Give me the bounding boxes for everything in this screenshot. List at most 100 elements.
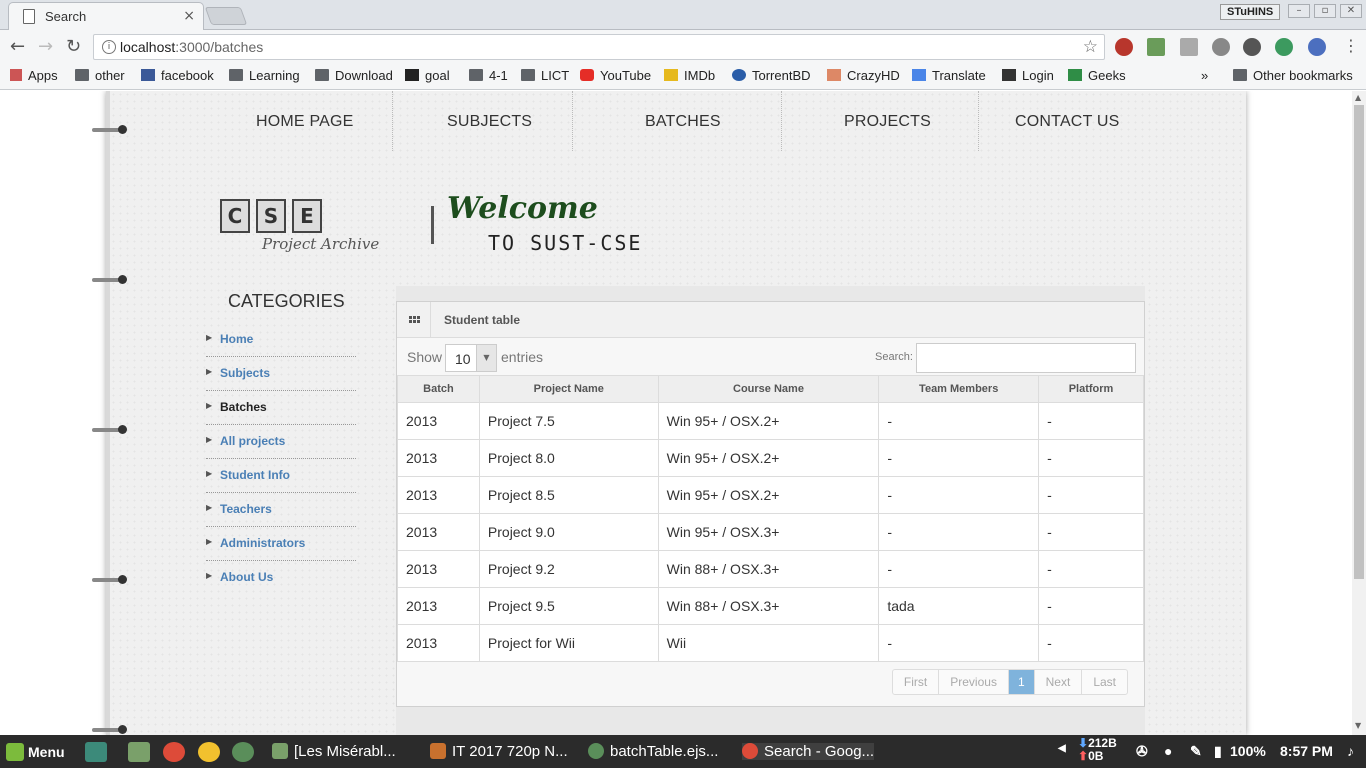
cse-logo[interactable]: C S E Project Archive <box>220 195 410 259</box>
reload-icon[interactable]: ↻ <box>66 36 81 57</box>
bookmark-goal[interactable]: goal <box>405 68 450 83</box>
sidebar-item-batches[interactable]: ▶ Batches <box>206 391 356 425</box>
cell-platform: - <box>1038 513 1144 551</box>
search-label: Search: <box>875 351 913 363</box>
folder-icon <box>315 69 329 81</box>
network-speed: ⬇212B ⬆0B <box>1078 736 1117 763</box>
sidebar-item-all-projects[interactable]: ▶ All projects <box>206 425 356 459</box>
start-menu-button[interactable]: Menu <box>6 743 65 761</box>
arrow-right-icon: ▶ <box>206 435 213 444</box>
page-scrollbar[interactable]: ▲ ▼ <box>1352 91 1366 735</box>
pager-previous-button[interactable]: Previous <box>938 670 1008 694</box>
chevron-down-icon: ▼ <box>476 345 496 371</box>
scrollbar-thumb[interactable] <box>1354 105 1364 579</box>
column-header-project-name[interactable]: Project Name <box>478 375 659 403</box>
folder-icon <box>75 69 89 81</box>
bookmark-geeks[interactable]: Geeks <box>1068 68 1126 83</box>
forward-icon[interactable]: → <box>38 36 53 57</box>
maximize-button[interactable]: ▫ <box>1314 4 1336 18</box>
search-input[interactable] <box>916 343 1136 373</box>
extension-icon[interactable] <box>1243 38 1261 56</box>
column-header-platform[interactable]: Platform <box>1038 375 1144 403</box>
tab-search[interactable]: Search × <box>8 2 204 30</box>
chrome-icon[interactable] <box>163 742 185 762</box>
bookmark-folder[interactable]: Learning <box>229 68 300 83</box>
bookmark-crazyhd[interactable]: CrazyHD <box>827 68 900 83</box>
clock[interactable]: 8:57 PM <box>1280 743 1333 759</box>
widget-title: Student table <box>444 313 521 327</box>
logo-letter: E <box>292 199 322 233</box>
idea-icon[interactable] <box>198 742 220 762</box>
nav-contact-us[interactable]: CONTACT US <box>1015 113 1120 131</box>
pager-page-1-button[interactable]: 1 <box>1007 670 1034 694</box>
pager-first-button[interactable]: First <box>893 670 938 694</box>
folder-icon <box>1233 69 1247 81</box>
pager-next-button[interactable]: Next <box>1033 670 1082 694</box>
info-icon[interactable]: i <box>102 40 116 54</box>
scroll-up-icon[interactable]: ▲ <box>1355 93 1361 102</box>
mail-extension-icon[interactable] <box>1180 38 1198 56</box>
page-viewport: HOME PAGE SUBJECTS BATCHES PROJECTS CONT… <box>0 91 1366 735</box>
bookmark-folder[interactable]: Download <box>315 68 393 83</box>
extension-icon[interactable] <box>1308 38 1326 56</box>
tab-close-icon[interactable]: × <box>183 8 195 24</box>
bookmark-folder[interactable]: 4-1 <box>469 68 508 83</box>
taskbar-task[interactable]: IT 2017 720p N... <box>430 743 568 760</box>
adblock-icon[interactable] <box>1115 38 1133 56</box>
cell-project-name: Project 7.5 <box>478 402 659 440</box>
profile-button[interactable]: STuHINS <box>1220 4 1281 20</box>
bookmark-imdb[interactable]: IMDb <box>664 68 715 83</box>
extension-new-icon[interactable] <box>1275 38 1293 56</box>
column-header-course-name[interactable]: Course Name <box>657 375 880 403</box>
bookmark-folder[interactable]: other <box>75 68 125 83</box>
arrow-right-icon: ▶ <box>206 571 213 580</box>
nav-batches[interactable]: BATCHES <box>645 113 721 131</box>
column-header-batch[interactable]: Batch <box>397 375 480 403</box>
sidebar-item-administrators[interactable]: ▶ Administrators <box>206 527 356 561</box>
bookmark-other-bookmarks[interactable]: Other bookmarks <box>1233 68 1353 83</box>
page-length-select[interactable]: 10 ▼ <box>445 344 497 372</box>
tray-expand-icon[interactable]: ◀ <box>1058 743 1066 754</box>
file-manager-icon[interactable] <box>128 742 150 762</box>
column-header-team-members[interactable]: Team Members <box>878 375 1040 403</box>
bookmark-star-icon[interactable]: ☆ <box>1083 37 1098 57</box>
sidebar-item-teachers[interactable]: ▶ Teachers <box>206 493 356 527</box>
bookmark-translate[interactable]: Translate <box>912 68 986 83</box>
bookmark-folder[interactable]: LICT <box>521 68 569 83</box>
pen-icon[interactable]: ✎ <box>1190 743 1202 760</box>
extension-icon[interactable] <box>1147 38 1165 56</box>
address-bar[interactable]: i localhost:3000/batches ☆ <box>93 34 1105 60</box>
bookmark-youtube[interactable]: YouTube <box>580 68 651 83</box>
sidebar-item-home[interactable]: ▶ Home <box>206 323 356 357</box>
cell-project-name: Project for Wii <box>478 624 659 662</box>
new-tab-button[interactable] <box>204 7 248 25</box>
taskbar-task[interactable]: [Les Misérabl... <box>272 743 396 760</box>
nav-projects[interactable]: PROJECTS <box>844 113 931 131</box>
menu-dots-icon[interactable]: ⋮ <box>1343 36 1359 55</box>
sidebar-item-about-us[interactable]: ▶ About Us <box>206 561 356 595</box>
bookmarks-overflow-icon[interactable]: » <box>1201 68 1208 83</box>
atom-icon[interactable] <box>232 742 254 762</box>
nav-subjects[interactable]: SUBJECTS <box>447 113 532 131</box>
bookmark-torrentbd[interactable]: TorrentBD <box>732 68 811 83</box>
nav-home-page[interactable]: HOME PAGE <box>256 113 354 131</box>
bookmark-login[interactable]: Login <box>1002 68 1054 83</box>
show-desktop-icon[interactable] <box>85 742 107 762</box>
bookmark-apps[interactable]: Apps <box>10 68 58 83</box>
student-table: Batch Project Name Course Name Team Memb… <box>397 375 1144 662</box>
battery-icon[interactable]: ▮ <box>1214 743 1222 760</box>
close-window-button[interactable]: ✕ <box>1340 4 1362 18</box>
bookmark-facebook[interactable]: facebook <box>141 68 214 83</box>
taskbar-task-active[interactable]: Search - Goog... <box>742 743 875 760</box>
taskbar-task[interactable]: batchTable.ejs... <box>588 743 718 760</box>
user-icon[interactable]: ● <box>1164 743 1172 759</box>
scroll-down-icon[interactable]: ▼ <box>1355 721 1361 730</box>
pager-last-button[interactable]: Last <box>1081 670 1127 694</box>
sidebar-item-student-info[interactable]: ▶ Student Info <box>206 459 356 493</box>
sidebar-item-subjects[interactable]: ▶ Subjects <box>206 357 356 391</box>
back-icon[interactable]: ← <box>10 36 25 57</box>
music-icon[interactable]: ♪ <box>1347 743 1354 759</box>
minimize-button[interactable]: – <box>1288 4 1310 18</box>
accessibility-icon[interactable]: ✇ <box>1136 743 1148 760</box>
chat-extension-icon[interactable] <box>1212 38 1230 56</box>
